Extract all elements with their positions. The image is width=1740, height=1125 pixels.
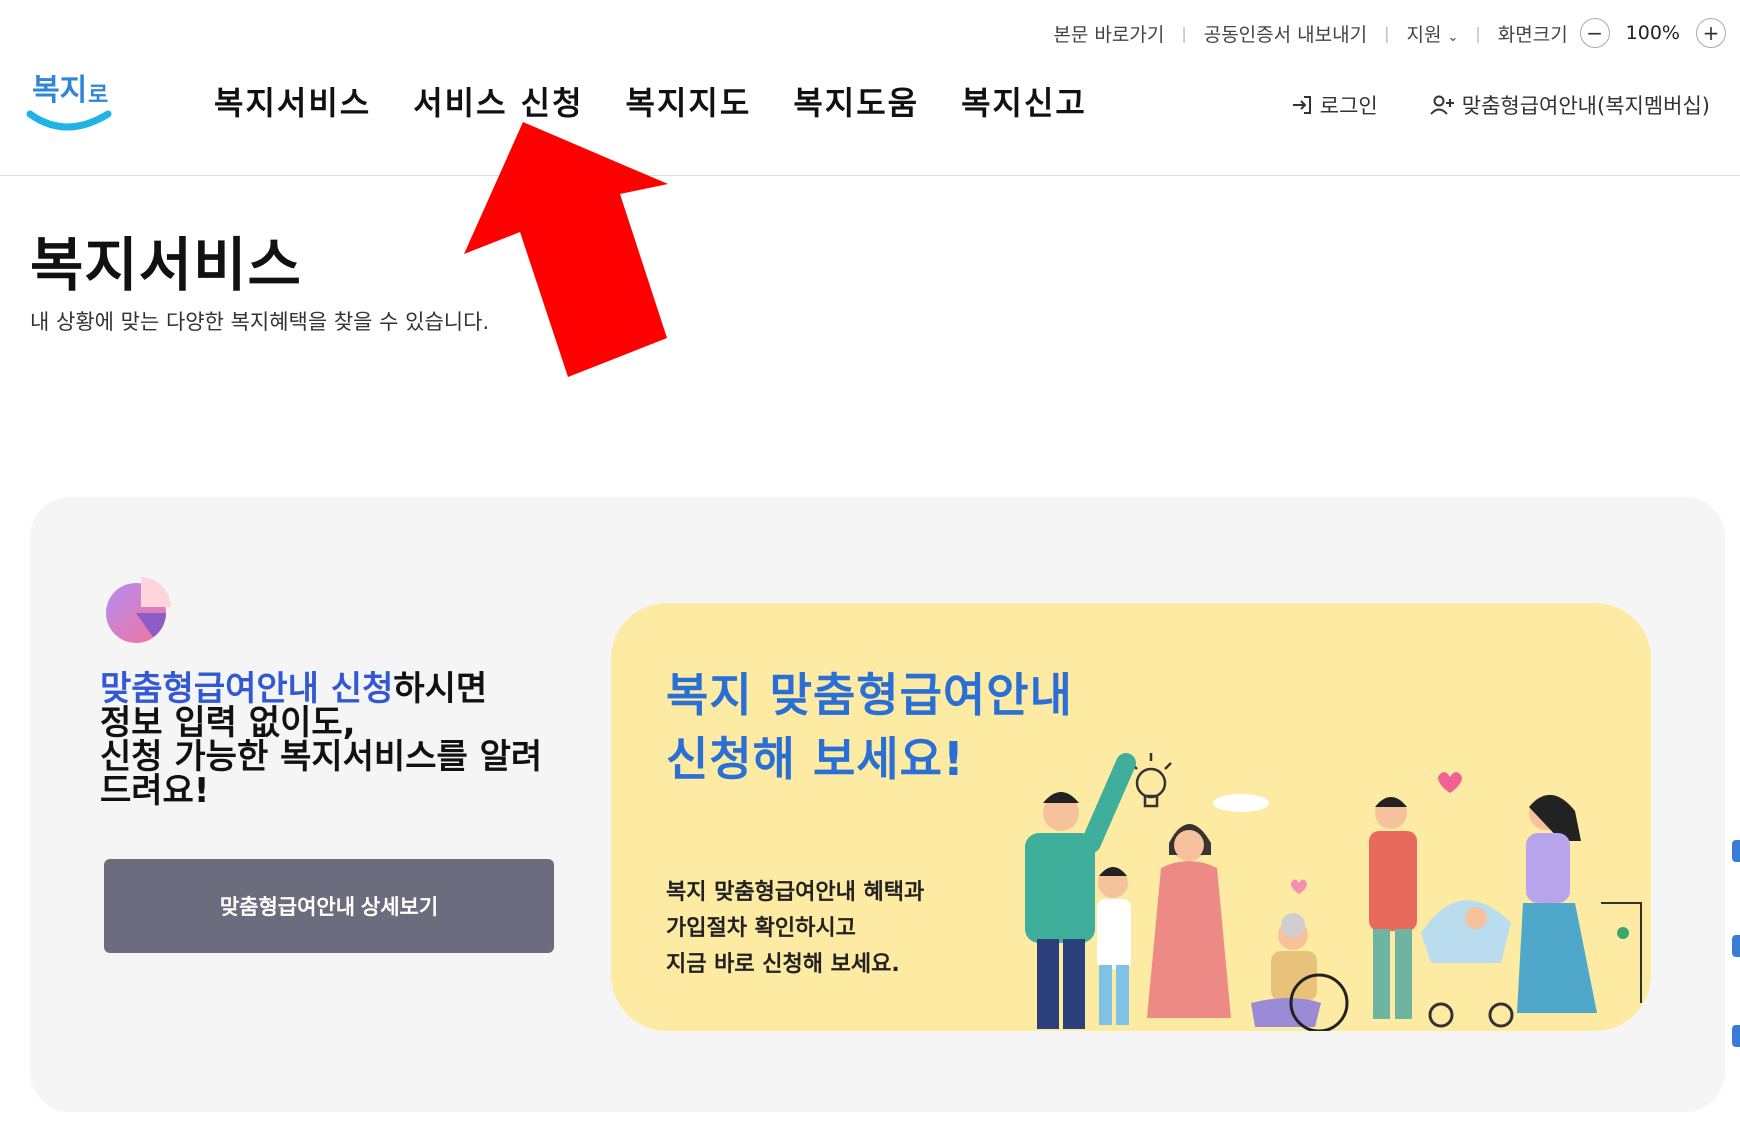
zoom-in-button[interactable]: + [1696,18,1726,48]
divider: | [1384,23,1390,43]
promo-line-1: 맞춤형급여안내 신청하시면 [100,672,542,706]
svg-text:복지: 복지 [32,73,87,108]
promo-line-2: 정보 입력 없이도, [100,703,356,743]
divider: | [1181,23,1187,43]
zoom-out-button[interactable]: − [1579,18,1610,48]
nav-welfare-map[interactable]: 복지지도 [626,78,752,124]
scroll-edge-indicator [1732,935,1740,957]
nav-welfare-report[interactable]: 복지신고 [961,78,1087,124]
divider: | [1475,23,1481,43]
bokjiro-logo[interactable]: 복지 로 [26,62,116,142]
utility-bar: 본문 바로가기 | 공동인증서 내보내기 | 지원 ⌄ | 화면크기 − 100%… [1053,18,1726,48]
login-icon [1292,96,1311,114]
banner-body-line-2: 가입절차 확인하시고 [666,916,856,941]
membership-banner[interactable]: 복지 맞춤형급여안내 신청해 보세요! 복지 맞춤형급여안내 혜택과 가입절차 … [611,603,1651,1031]
page-title: 복지서비스 [30,231,302,299]
nav-service-application[interactable]: 서비스 신청 [413,78,583,124]
promo-rest: 하시면 [393,669,488,709]
banner-body-line-1: 복지 맞춤형급여안내 혜택과 [666,880,925,905]
membership-detail-button[interactable]: 맞춤형급여안내 상세보기 [104,859,554,953]
nav-welfare-help[interactable]: 복지도움 [793,78,919,124]
add-user-icon [1430,95,1454,115]
membership-link[interactable]: 맞춤형급여안내(복지멤버십) [1430,90,1710,120]
main-nav: 복지서비스 서비스 신청 복지지도 복지도움 복지신고 [214,78,1087,124]
chevron-down-icon: ⌄ [1447,29,1459,45]
membership-label: 맞춤형급여안내(복지멤버십) [1461,94,1710,118]
svg-text:로: 로 [88,83,108,108]
promo-text: 맞춤형급여안내 신청하시면 정보 입력 없이도, 신청 가능한 복지서비스를 알… [100,672,542,808]
promo-line-3: 신청 가능한 복지서비스를 알려 [100,737,543,777]
account-links: 로그인 맞춤형급여안내(복지멤버십) [1290,90,1710,120]
pie-chart-icon [106,577,171,643]
scroll-edge-indicator [1732,1025,1740,1047]
scroll-edge-indicator [1732,840,1740,862]
login-label: 로그인 [1319,94,1378,118]
family-illustration [1025,753,1642,1031]
header-divider [0,175,1740,176]
nav-welfare-services[interactable]: 복지서비스 [214,78,371,124]
zoom-level: 100% [1625,22,1680,44]
page-subtitle: 내 상황에 맞는 다양한 복지혜택을 찾을 수 있습니다. [30,310,490,334]
promo-line-4: 드려요! [100,771,210,811]
login-link[interactable]: 로그인 [1290,90,1378,120]
skip-to-content-link[interactable]: 본문 바로가기 [1053,20,1164,47]
screen-size-label: 화면크기 [1497,23,1568,46]
banner-body-line-3: 지금 바로 신청해 보세요. [666,952,900,977]
support-label: 지원 [1406,23,1442,46]
lightbulb-icon [1130,753,1172,808]
support-dropdown[interactable]: 지원 ⌄ [1406,20,1458,47]
banner-body: 복지 맞춤형급여안내 혜택과 가입절차 확인하시고 지금 바로 신청해 보세요. [666,875,924,983]
red-arrow-annotation [464,122,668,377]
cert-export-link[interactable]: 공동인증서 내보내기 [1204,20,1367,47]
